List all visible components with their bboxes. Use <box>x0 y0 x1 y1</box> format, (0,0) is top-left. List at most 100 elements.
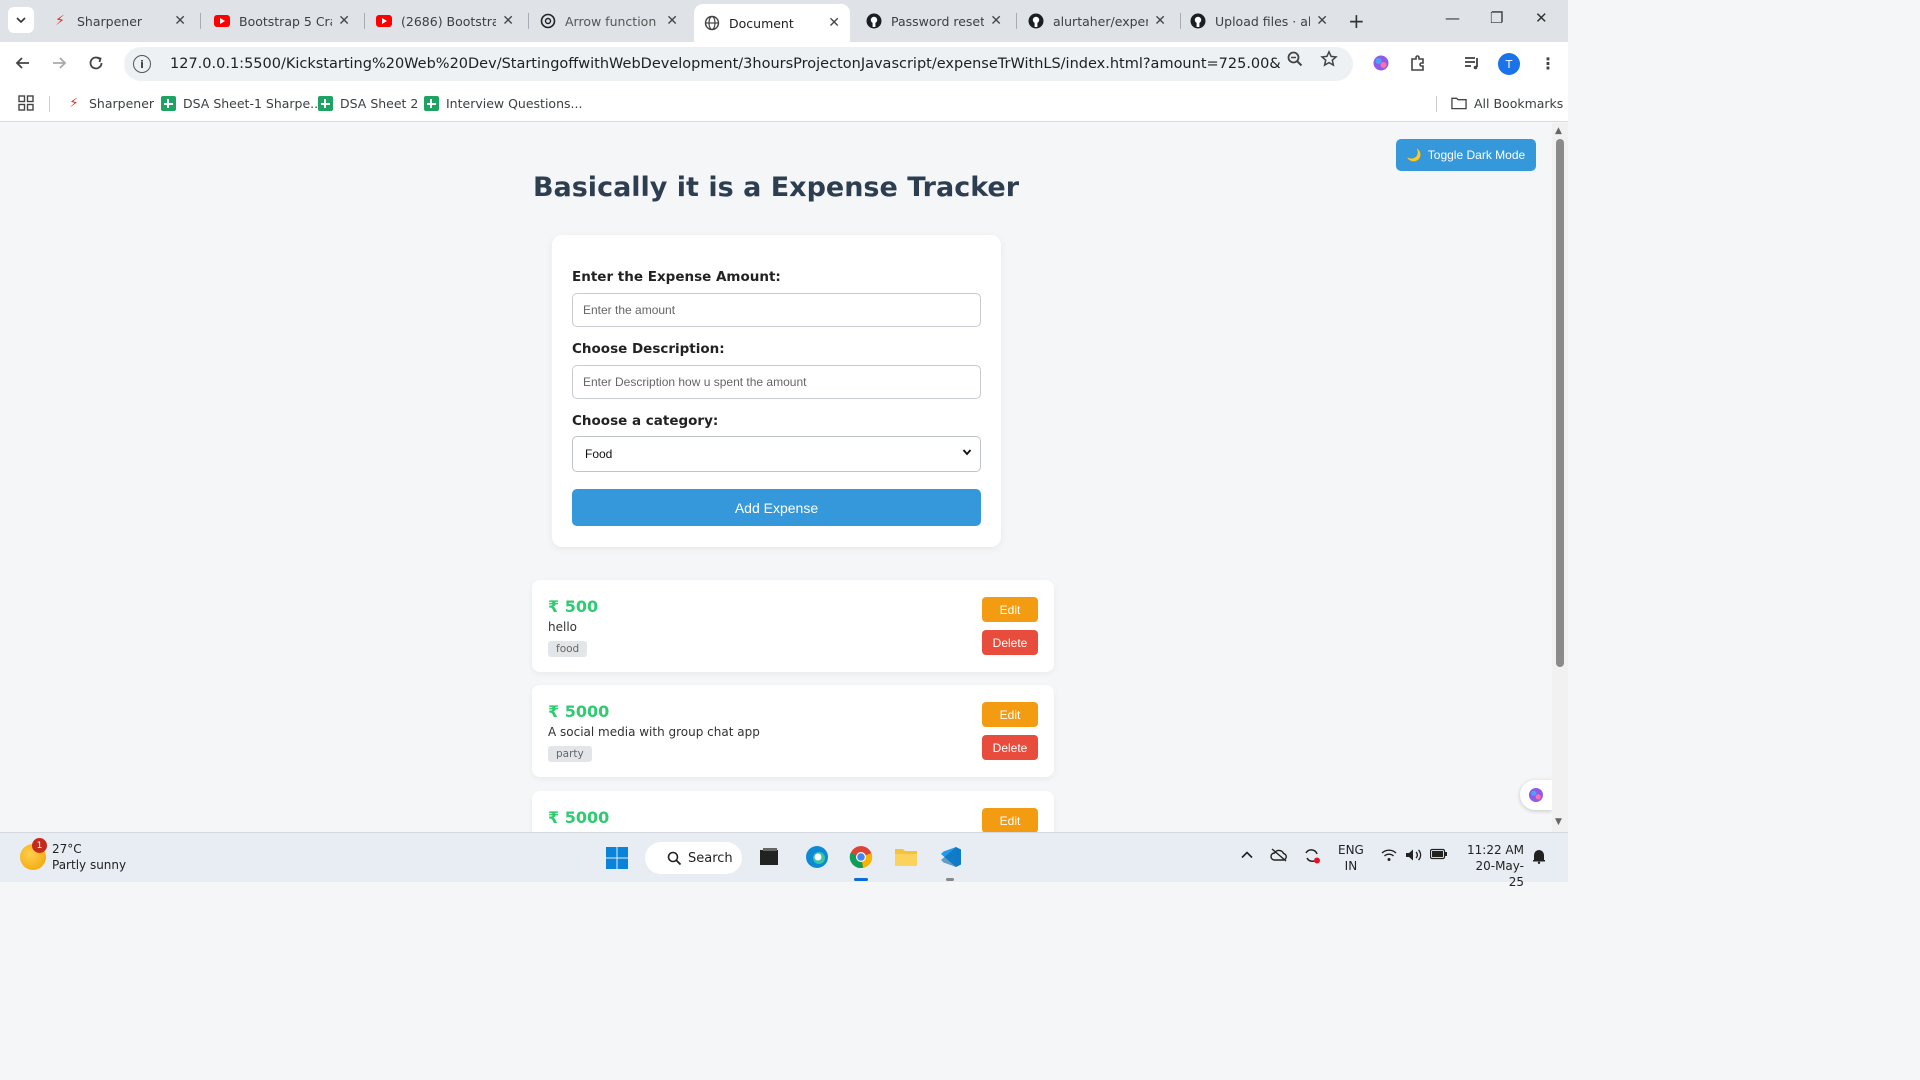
close-icon[interactable]: ✕ <box>1316 13 1328 29</box>
forward-button[interactable] <box>50 54 68 77</box>
volume-icon[interactable] <box>1405 848 1423 866</box>
scroll-up-arrow-icon[interactable]: ▲ <box>1555 126 1562 136</box>
tab-search-dropdown-button[interactable] <box>8 7 34 33</box>
copilot-floating-button[interactable] <box>1520 780 1552 810</box>
chrome-browser-icon[interactable] <box>848 844 874 870</box>
tab-separator <box>1016 13 1017 29</box>
minimize-window-button[interactable]: — <box>1445 9 1460 27</box>
tab-alurtaher-expense[interactable]: alurtaher/expens ✕ <box>1018 6 1176 36</box>
close-window-button[interactable]: ✕ <box>1535 9 1548 27</box>
bookmark-sharpener[interactable]: ⚡ Sharpener <box>66 95 154 111</box>
copilot-extension-icon[interactable] <box>1372 54 1390 76</box>
clock-date: 20-May-25 <box>1475 859 1524 889</box>
tab-separator <box>528 13 529 29</box>
youtube-icon <box>214 13 230 29</box>
amount-input[interactable] <box>572 293 981 327</box>
scroll-down-arrow-icon[interactable]: ▼ <box>1555 817 1562 827</box>
battery-icon[interactable] <box>1429 848 1448 864</box>
close-icon[interactable]: ✕ <box>174 13 186 29</box>
bookmark-dsa-sheet-2[interactable]: DSA Sheet 2 <box>317 95 418 111</box>
edit-button[interactable]: Edit <box>982 702 1038 727</box>
close-icon[interactable]: ✕ <box>990 13 1002 29</box>
tab-separator <box>200 13 201 29</box>
page-scrollbar[interactable]: ▲ ▼ <box>1552 123 1568 832</box>
windows-taskbar: 1 27°C Partly sunny Search ENG IN 11:22 … <box>0 832 1568 889</box>
add-expense-button[interactable]: Add Expense <box>572 489 981 526</box>
vscode-icon[interactable] <box>938 844 964 870</box>
close-icon[interactable]: ✕ <box>1154 13 1166 29</box>
expense-item: ₹ 500 hello food Edit Delete <box>532 580 1054 672</box>
expense-amount: ₹ 500 <box>548 597 599 616</box>
toggle-dark-mode-button[interactable]: 🌙 Toggle Dark Mode <box>1396 139 1536 171</box>
cloud-offline-icon[interactable] <box>1270 848 1288 866</box>
weather-widget[interactable]: 1 27°C Partly sunny <box>20 838 126 873</box>
clock-time: 11:22 AM <box>1467 843 1524 857</box>
description-input[interactable] <box>572 365 981 399</box>
system-clock[interactable]: 11:22 AM 20-May-25 <box>1462 842 1524 890</box>
address-bar[interactable]: i 127.0.0.1:5500/Kickstarting%20Web%20De… <box>124 47 1353 81</box>
expense-item: ₹ 5000 Edit <box>532 791 1054 832</box>
restore-window-button[interactable]: ❐ <box>1490 9 1503 27</box>
edge-browser-icon[interactable] <box>804 844 830 870</box>
all-bookmarks-button[interactable]: All Bookmarks <box>1451 95 1563 111</box>
task-view-icon[interactable] <box>756 844 782 870</box>
sharpener-bolt-icon: ⚡ <box>55 13 65 29</box>
profile-avatar[interactable]: T <box>1498 53 1520 75</box>
tab-document-active[interactable]: Document ✕ <box>694 4 850 42</box>
close-icon[interactable]: ✕ <box>502 13 514 29</box>
category-label: Choose a category: <box>572 413 719 429</box>
sync-icon[interactable] <box>1303 848 1321 868</box>
notification-bell-icon[interactable] <box>1532 848 1546 868</box>
language-indicator[interactable]: ENG IN <box>1338 842 1364 874</box>
expense-description: A social media with group chat app <box>548 725 760 739</box>
expense-category-tag: party <box>548 746 592 762</box>
new-tab-button[interactable]: + <box>1348 9 1365 33</box>
wifi-icon[interactable] <box>1381 848 1397 866</box>
extensions-puzzle-icon[interactable] <box>1409 54 1427 76</box>
chevron-up-icon[interactable] <box>1240 848 1254 866</box>
bookmark-interview-questions[interactable]: Interview Questions... <box>423 95 582 111</box>
bookmark-dsa-sheet-1[interactable]: DSA Sheet-1 Sharpe... <box>160 95 322 111</box>
tab-sharpener[interactable]: ⚡ Sharpener ✕ <box>42 6 196 36</box>
expense-description: hello <box>548 620 577 634</box>
tab-upload-files[interactable]: Upload files · alu ✕ <box>1180 6 1338 36</box>
site-info-icon[interactable]: i <box>133 55 151 73</box>
close-icon[interactable]: ✕ <box>828 15 840 31</box>
url-text[interactable]: 127.0.0.1:5500/Kickstarting%20Web%20Dev/… <box>170 56 1280 72</box>
zoom-icon[interactable] <box>1286 50 1304 72</box>
bookmark-star-icon[interactable] <box>1320 49 1338 72</box>
browser-menu-icon[interactable]: ⋮ <box>1540 54 1556 73</box>
region-code: IN <box>1344 859 1358 873</box>
tab-arrow-function[interactable]: Arrow function th ✕ <box>530 6 688 36</box>
back-button[interactable] <box>14 54 32 77</box>
expense-item: ₹ 5000 A social media with group chat ap… <box>532 685 1054 777</box>
taskbar-search[interactable]: Search <box>645 842 742 874</box>
page-viewport: 🌙 Toggle Dark Mode Basically it is a Exp… <box>0 123 1552 832</box>
scrollbar-thumb[interactable] <box>1556 139 1564 667</box>
youtube-icon <box>376 13 392 29</box>
tab-bootstrap-2686[interactable]: (2686) Bootstrap ✕ <box>366 6 524 36</box>
media-controls-icon[interactable] <box>1463 54 1481 76</box>
reload-icon <box>89 56 103 70</box>
file-explorer-icon[interactable] <box>893 844 919 870</box>
edit-button[interactable]: Edit <box>982 808 1038 832</box>
browser-toolbar: i 127.0.0.1:5500/Kickstarting%20Web%20De… <box>0 42 1568 86</box>
delete-button[interactable]: Delete <box>982 735 1038 760</box>
sharpener-bolt-icon: ⚡ <box>69 95 79 111</box>
category-select[interactable]: Food <box>572 436 981 472</box>
reload-button[interactable] <box>87 54 105 77</box>
all-bookmarks-label: All Bookmarks <box>1474 95 1564 111</box>
github-icon <box>1190 13 1206 29</box>
delete-button[interactable]: Delete <box>982 630 1038 655</box>
close-icon[interactable]: ✕ <box>338 13 350 29</box>
tab-bootstrap-crash[interactable]: Bootstrap 5 Crash ✕ <box>204 6 360 36</box>
moon-icon: 🌙 <box>1406 148 1422 162</box>
windows-start-icon[interactable] <box>604 845 630 871</box>
edit-button[interactable]: Edit <box>982 597 1038 622</box>
tab-password-reset[interactable]: Password reset s ✕ <box>856 6 1012 36</box>
google-sheets-icon <box>160 95 176 111</box>
tab-title: Document <box>729 15 794 31</box>
expense-amount: ₹ 5000 <box>548 808 610 827</box>
apps-grid-icon[interactable] <box>18 95 34 111</box>
close-icon[interactable]: ✕ <box>666 13 678 29</box>
